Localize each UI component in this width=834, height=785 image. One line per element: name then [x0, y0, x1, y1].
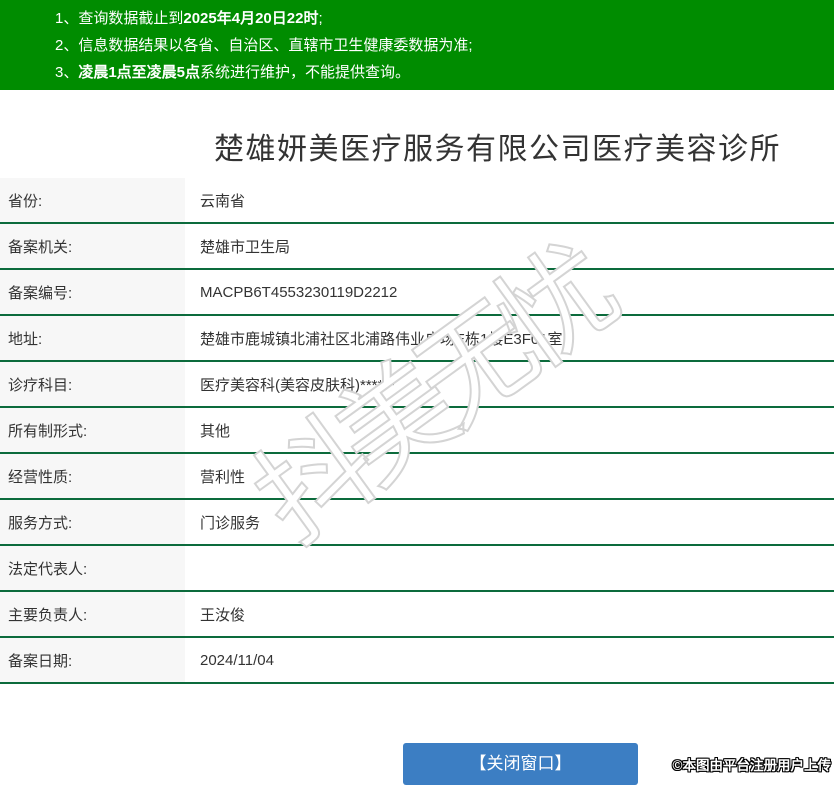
table-row-registry-number: 备案编号: MACPB6T4553230119D2212	[0, 270, 834, 316]
table-row-business-nature: 经营性质: 营利性	[0, 454, 834, 500]
table-row-main-responsible-person: 主要负责人: 王汝俊	[0, 592, 834, 638]
notice-2-number: 2、	[55, 37, 78, 54]
page-title: 楚雄妍美医疗服务有限公司医疗美容诊所	[214, 124, 781, 168]
row-value: 王汝俊	[185, 604, 834, 625]
table-row-registry-date: 备案日期: 2024/11/04	[0, 638, 834, 684]
row-value: 医疗美容科(美容皮肤科)******	[185, 374, 834, 395]
row-label: 备案日期:	[0, 638, 185, 682]
row-value: 其他	[185, 420, 834, 441]
notice-1-bold: 2025年4月20日22时	[183, 10, 318, 27]
notice-bar: 1、查询数据截止到2025年4月20日22时; 2、信息数据结果以各省、自治区、…	[0, 0, 834, 90]
row-value: 2024/11/04	[185, 652, 834, 669]
notice-3-bold: 凌晨1点至凌晨5点	[78, 64, 200, 81]
row-value: 门诊服务	[185, 512, 834, 533]
table-row-address: 地址: 楚雄市鹿城镇北浦社区北浦路伟业广场E栋1楼E3F01室	[0, 316, 834, 362]
notice-3-number: 3、	[55, 64, 78, 81]
table-row-service-mode: 服务方式: 门诊服务	[0, 500, 834, 546]
row-label: 地址:	[0, 316, 185, 360]
row-value: 营利性	[185, 466, 834, 487]
copyright-overlay: ©本图由平台注册用户上传	[673, 754, 831, 774]
row-label: 法定代表人:	[0, 546, 185, 590]
row-label: 主要负责人:	[0, 592, 185, 636]
row-value: 楚雄市鹿城镇北浦社区北浦路伟业广场E栋1楼E3F01室	[185, 328, 834, 349]
table-row-treatment-subjects: 诊疗科目: 医疗美容科(美容皮肤科)******	[0, 362, 834, 408]
row-label: 经营性质:	[0, 454, 185, 498]
table-row-province: 省份: 云南省	[0, 178, 834, 224]
notice-3-suffix: 系统进行维护，不能提供查询。	[200, 64, 410, 81]
row-label: 服务方式:	[0, 500, 185, 544]
row-value: 楚雄市卫生局	[185, 236, 834, 257]
notice-line-2: 2、信息数据结果以各省、自治区、直辖市卫生健康委数据为准;	[0, 32, 834, 59]
table-row-registry-authority: 备案机关: 楚雄市卫生局	[0, 224, 834, 270]
row-label: 诊疗科目:	[0, 362, 185, 406]
row-label: 所有制形式:	[0, 408, 185, 452]
notice-2-text: 信息数据结果以各省、自治区、直辖市卫生健康委数据为准;	[78, 37, 472, 54]
table-row-legal-representative: 法定代表人:	[0, 546, 834, 592]
row-value: 云南省	[185, 190, 834, 211]
facility-info-table: 省份: 云南省 备案机关: 楚雄市卫生局 备案编号: MACPB6T455323…	[0, 178, 834, 684]
close-window-button[interactable]: 【关闭窗口】	[403, 743, 638, 785]
notice-1-suffix: ;	[318, 10, 322, 27]
notice-line-3: 3、凌晨1点至凌晨5点系统进行维护，不能提供查询。	[0, 59, 834, 86]
row-label: 备案机关:	[0, 224, 185, 268]
notice-line-1: 1、查询数据截止到2025年4月20日22时;	[0, 5, 834, 32]
row-label: 备案编号:	[0, 270, 185, 314]
table-row-ownership-form: 所有制形式: 其他	[0, 408, 834, 454]
row-label: 省份:	[0, 178, 185, 222]
notice-1-number: 1、	[55, 10, 78, 27]
row-value: MACPB6T4553230119D2212	[185, 284, 834, 301]
notice-1-text: 查询数据截止到	[78, 10, 183, 27]
